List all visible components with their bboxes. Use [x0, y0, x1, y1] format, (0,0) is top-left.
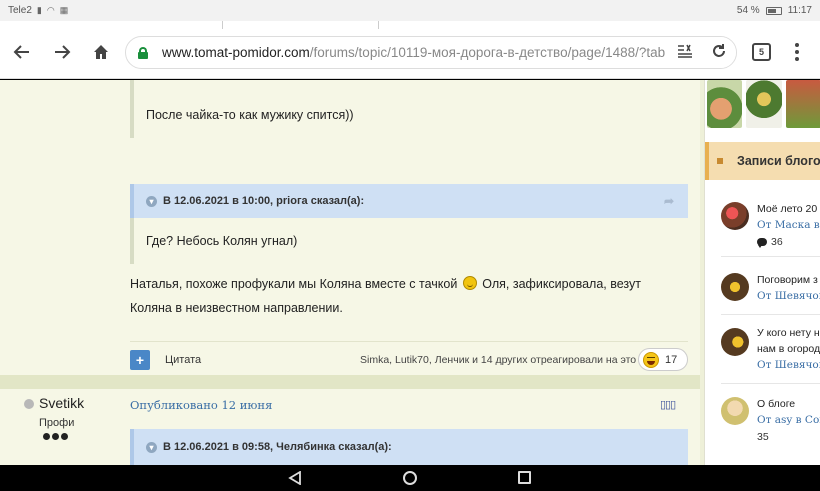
nav-home-icon[interactable] — [403, 471, 417, 485]
quote-body: Где? Небось Колян угнал) — [130, 218, 688, 264]
quote-share-icon[interactable]: ➦ — [664, 194, 674, 208]
comment-count: 35 — [757, 431, 769, 443]
divider — [721, 314, 820, 315]
divider — [721, 256, 820, 257]
carrier-label: Tele2 — [8, 5, 32, 16]
nav-back-icon[interactable] — [288, 471, 301, 485]
gallery-photo[interactable] — [785, 80, 820, 128]
post-divider — [0, 375, 700, 389]
address-bar[interactable]: www.tomat-pomidor.com/forums/topic/10119… — [125, 36, 737, 69]
avatar[interactable] — [721, 397, 749, 425]
post-content: Наталья, похоже профукали мы Коляна вмес… — [130, 272, 670, 320]
quote-header-text: В 12.06.2021 в 10:00, prioга сказал(а): — [163, 195, 365, 207]
quote-block-top: После чайка-то как мужику спится)) — [130, 80, 688, 138]
published-date[interactable]: Опубликовано 12 июня — [130, 398, 272, 412]
divider — [721, 383, 820, 384]
reaction-badge[interactable]: 17 — [638, 348, 688, 371]
blog-entry-author[interactable]: От asy в Сов — [757, 414, 820, 426]
reader-mode-icon[interactable] — [677, 44, 693, 62]
forum-post: Svetikk Профи Опубликовано 12 июня ▯▯▯ ▾… — [0, 389, 700, 465]
reload-icon[interactable] — [711, 43, 727, 63]
clock: 11:17 — [787, 5, 812, 16]
gallery-photo[interactable] — [746, 80, 782, 128]
blog-entry[interactable]: О блоге От asy в Сов 35 — [721, 392, 820, 448]
quote-header: ▾ В 12.06.2021 в 09:58, Челябинка сказал… — [130, 429, 688, 465]
quote-text: Где? Небось Колян угнал) — [146, 234, 298, 248]
avatar[interactable] — [721, 273, 749, 301]
lock-icon — [138, 46, 148, 59]
sidebar: Записи блогов Моё лето 20 От Маска в С 3… — [704, 80, 820, 465]
blog-entry-title[interactable]: О блоге — [757, 398, 795, 410]
gallery-strip — [705, 80, 820, 130]
blog-entry-author[interactable]: От Маска в С — [757, 219, 820, 231]
post-text-line: Оля, зафиксировала, везут — [482, 277, 641, 291]
blog-entry-title[interactable]: нам в огород — [757, 343, 820, 355]
signal-icon: ▮ — [36, 5, 42, 15]
battery-percent: 54 % — [736, 5, 760, 16]
blog-entry-title[interactable]: У кого нету н — [757, 327, 820, 339]
blog-entry[interactable]: У кого нету н нам в огород От Шевячок — [721, 322, 820, 378]
nav-recents-icon[interactable] — [518, 471, 531, 484]
blog-entry-author[interactable]: От Шевячок — [757, 359, 820, 371]
author-rank: Профи — [39, 417, 75, 429]
offline-status-icon — [24, 399, 34, 409]
quote-toggle-icon[interactable]: ▾ — [146, 195, 157, 207]
url-domain: www.tomat-pomidor.com — [162, 45, 310, 60]
wifi-icon: ◠ — [46, 5, 55, 15]
comment-count: 36 — [757, 236, 783, 248]
back-arrow-icon[interactable] — [10, 40, 34, 64]
browser-toolbar: www.tomat-pomidor.com/forums/topic/10119… — [0, 21, 820, 79]
tab-strip[interactable] — [222, 21, 379, 29]
tabs-count-button[interactable]: 5 — [752, 43, 771, 61]
blog-entry-title[interactable]: Моё лето 20 — [757, 203, 817, 215]
battery-icon — [765, 6, 782, 15]
reaction-count: 17 — [665, 353, 678, 366]
quote-header: ▾ В 12.06.2021 в 10:00, prioга сказал(а)… — [130, 184, 688, 218]
gallery-photo[interactable] — [707, 80, 743, 128]
quote-button[interactable]: Цитата — [165, 354, 201, 366]
section-bullet-icon — [717, 158, 723, 164]
quote-toggle-icon[interactable]: ▾ — [146, 441, 157, 453]
post-author[interactable]: Svetikk — [39, 395, 84, 411]
url-path: /forums/topic/10119-моя-дорога-в-детство… — [309, 45, 666, 60]
avatar[interactable] — [721, 202, 749, 230]
quote-text: После чайка-то как мужику спится)) — [146, 108, 354, 122]
status-bar: Tele2 ▮ ◠ ▦ 54 % 11:17 — [0, 0, 820, 21]
blog-entries-header: Записи блогов — [705, 142, 820, 180]
avatar[interactable] — [721, 328, 749, 356]
blog-entries-title: Записи блогов — [737, 154, 820, 168]
comment-bubble-icon — [757, 238, 767, 248]
system-nav-bar — [0, 465, 820, 491]
browser-menu-icon[interactable] — [794, 43, 800, 61]
notification-icon: ▦ — [59, 5, 69, 15]
post-menu-icon[interactable]: ▯▯▯ — [660, 398, 676, 411]
post-text-line: Коляна в неизвестном направлении. — [130, 301, 343, 315]
blog-entry[interactable]: Моё лето 20 От Маска в С 36 — [721, 198, 820, 248]
home-icon[interactable] — [89, 40, 113, 64]
rank-pips — [43, 433, 68, 440]
web-page: После чайка-то как мужику спится)) ▾ В 1… — [0, 80, 820, 465]
emoji-smile-icon — [462, 276, 477, 290]
blog-entry-title[interactable]: Поговорим з — [757, 274, 818, 286]
post-text-line: Наталья, похоже профукали мы Коляна вмес… — [130, 277, 458, 291]
blog-entry-author[interactable]: От Шевячок — [757, 290, 820, 302]
laugh-emoji-icon — [643, 351, 659, 368]
reactions-list-link[interactable]: Simka, Lutik70, Ленчик и 14 других отреа… — [360, 354, 636, 366]
quote-header-text: В 12.06.2021 в 09:58, Челябинка сказал(а… — [163, 441, 392, 453]
post-footer-divider — [130, 341, 688, 342]
blog-entry[interactable]: Поговорим з От Шевячок — [721, 268, 820, 308]
forum-post: После чайка-то как мужику спится)) ▾ В 1… — [0, 80, 700, 375]
forward-arrow-icon[interactable] — [50, 40, 74, 64]
forum-main: После чайка-то как мужику спится)) ▾ В 1… — [0, 80, 700, 465]
multiquote-plus-button[interactable]: + — [130, 350, 150, 370]
